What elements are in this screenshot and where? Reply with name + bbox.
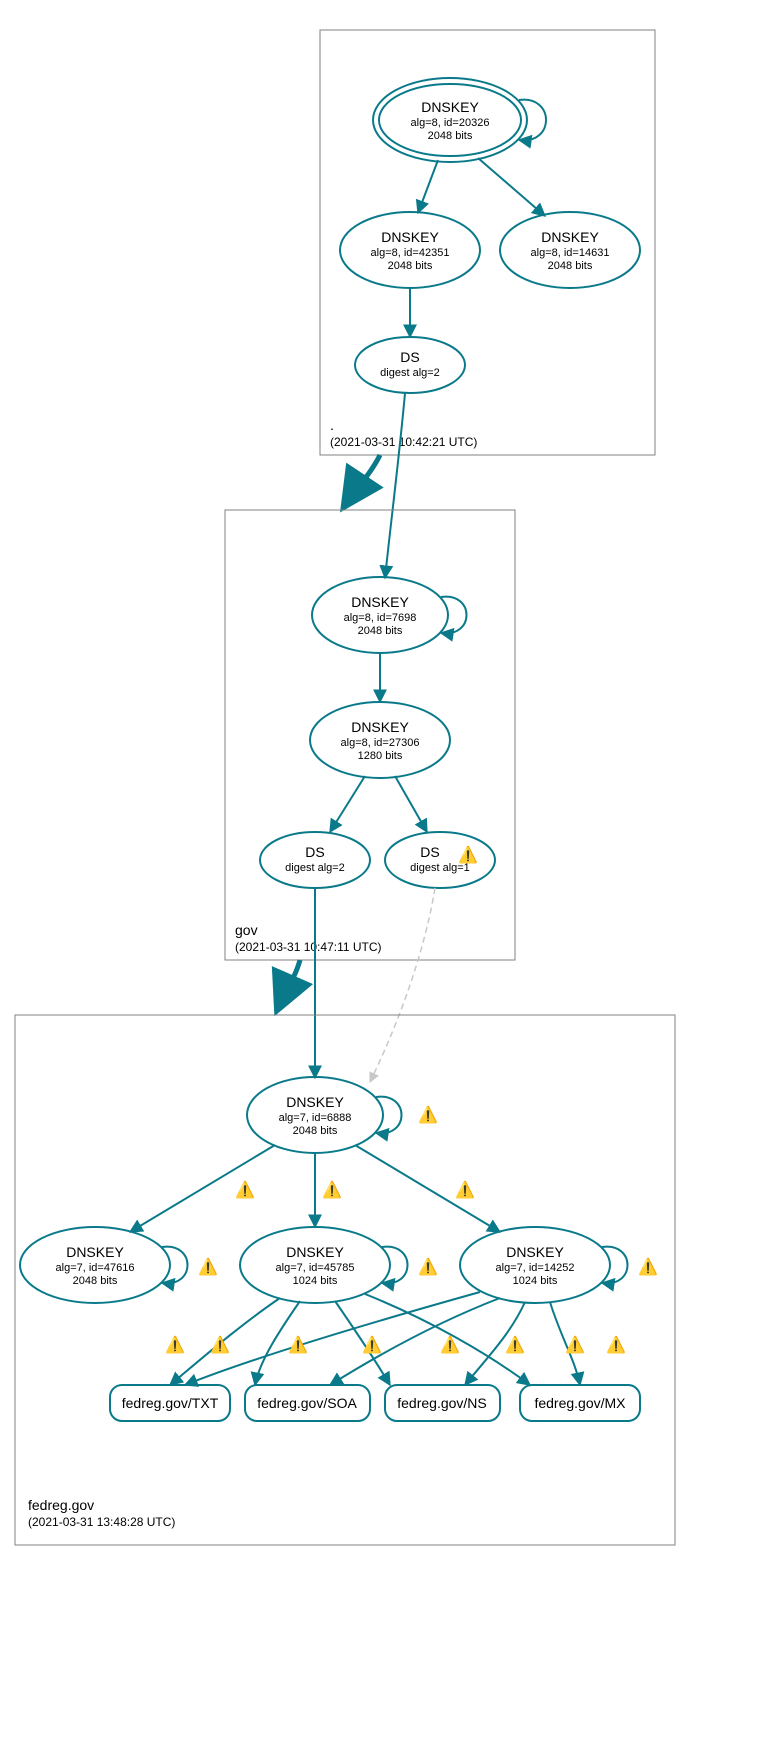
zone-gov: gov (2021-03-31 10:47:11 UTC) DNSKEY alg… — [225, 510, 515, 960]
node-gov-ksk-l1: alg=8, id=7698 — [344, 612, 417, 624]
leaf-soa-label: fedreg.gov/SOA — [257, 1395, 357, 1411]
node-fed-k14252-l2: 1024 bits — [513, 1275, 558, 1287]
warning-icon: ⚠️ — [505, 1335, 525, 1354]
warning-icon: ⚠️ — [235, 1180, 255, 1199]
node-gov-ds1-l1: digest alg=2 — [285, 862, 345, 874]
node-fed-k14252-title: DNSKEY — [506, 1244, 564, 1260]
warning-icon: ⚠️ — [455, 1180, 475, 1199]
node-fed-k45785: DNSKEY alg=7, id=45785 1024 bits — [240, 1227, 390, 1303]
warning-icon: ⚠️ — [210, 1335, 230, 1354]
node-root-zsk2-l2: 2048 bits — [548, 260, 593, 272]
leaf-mx: fedreg.gov/MX — [520, 1385, 640, 1421]
node-fed-k45785-title: DNSKEY — [286, 1244, 344, 1260]
zone-fedreg-timestamp: (2021-03-31 13:48:28 UTC) — [28, 1515, 175, 1529]
node-fed-k45785-l2: 1024 bits — [293, 1275, 338, 1287]
node-gov-ksk-title: DNSKEY — [351, 594, 409, 610]
warning-icon: ⚠️ — [165, 1335, 185, 1354]
node-gov-zsk-title: DNSKEY — [351, 719, 409, 735]
node-gov-ds2-title: DS — [420, 844, 439, 860]
node-root-ds-title: DS — [400, 349, 419, 365]
node-root-ksk-l2: 2048 bits — [428, 130, 473, 142]
warning-icon: ⚠️ — [565, 1335, 585, 1354]
warning-icon: ⚠️ — [458, 845, 478, 864]
node-root-zsk1-title: DNSKEY — [381, 229, 439, 245]
node-fed-ksk: DNSKEY alg=7, id=6888 2048 bits — [247, 1077, 383, 1153]
node-gov-zsk: DNSKEY alg=8, id=27306 1280 bits — [310, 702, 450, 778]
zone-root-timestamp: (2021-03-31 10:42:21 UTC) — [330, 435, 477, 449]
zone-fedreg: fedreg.gov (2021-03-31 13:48:28 UTC) DNS… — [15, 1015, 675, 1545]
node-fed-ksk-l2: 2048 bits — [293, 1125, 338, 1137]
warning-icon: ⚠️ — [418, 1105, 438, 1124]
warning-icon: ⚠️ — [362, 1335, 382, 1354]
zone-root: . (2021-03-31 10:42:21 UTC) DNSKEY alg=8… — [320, 30, 655, 455]
zone-root-title: . — [330, 417, 334, 433]
node-fed-ksk-title: DNSKEY — [286, 1094, 344, 1110]
zone-fedreg-title: fedreg.gov — [28, 1497, 94, 1513]
leaf-mx-label: fedreg.gov/MX — [534, 1395, 626, 1411]
dnssec-diagram: . (2021-03-31 10:42:21 UTC) DNSKEY alg=8… — [0, 0, 765, 1742]
node-fed-k47616-l1: alg=7, id=47616 — [56, 1262, 135, 1274]
warning-icon: ⚠️ — [198, 1257, 218, 1276]
node-fed-k47616-l2: 2048 bits — [73, 1275, 118, 1287]
node-fed-k14252: DNSKEY alg=7, id=14252 1024 bits — [460, 1227, 610, 1303]
node-root-zsk1: DNSKEY alg=8, id=42351 2048 bits — [340, 212, 480, 288]
node-fed-ksk-l1: alg=7, id=6888 — [279, 1112, 352, 1124]
node-root-ds: DS digest alg=2 — [355, 337, 465, 393]
node-root-ksk-l1: alg=8, id=20326 — [411, 117, 490, 129]
leaf-txt-label: fedreg.gov/TXT — [122, 1395, 219, 1411]
leaf-ns: fedreg.gov/NS — [385, 1385, 500, 1421]
warning-icon: ⚠️ — [638, 1257, 658, 1276]
node-gov-ds2: DS digest alg=1 ⚠️ — [385, 832, 495, 888]
warning-icon: ⚠️ — [440, 1335, 460, 1354]
node-root-zsk2: DNSKEY alg=8, id=14631 2048 bits — [500, 212, 640, 288]
node-gov-ds1-title: DS — [305, 844, 324, 860]
node-root-zsk1-l1: alg=8, id=42351 — [371, 247, 450, 259]
zone-gov-timestamp: (2021-03-31 10:47:11 UTC) — [235, 940, 382, 954]
node-root-zsk1-l2: 2048 bits — [388, 260, 433, 272]
leaf-txt: fedreg.gov/TXT — [110, 1385, 230, 1421]
node-gov-zsk-l1: alg=8, id=27306 — [341, 737, 420, 749]
node-root-zsk2-l1: alg=8, id=14631 — [531, 247, 610, 259]
node-fed-k47616-title: DNSKEY — [66, 1244, 124, 1260]
node-gov-ds1: DS digest alg=2 — [260, 832, 370, 888]
leaf-ns-label: fedreg.gov/NS — [397, 1395, 487, 1411]
node-root-ds-l1: digest alg=2 — [380, 367, 440, 379]
warning-icon: ⚠️ — [288, 1335, 308, 1354]
warning-icon: ⚠️ — [418, 1257, 438, 1276]
node-gov-zsk-l2: 1280 bits — [358, 750, 403, 762]
node-root-ksk-title: DNSKEY — [421, 99, 479, 115]
node-fed-k14252-l1: alg=7, id=14252 — [496, 1262, 575, 1274]
node-gov-ksk-l2: 2048 bits — [358, 625, 403, 637]
node-root-ksk: DNSKEY alg=8, id=20326 2048 bits — [373, 78, 527, 162]
warning-icon: ⚠️ — [606, 1335, 626, 1354]
node-fed-k45785-l1: alg=7, id=45785 — [276, 1262, 355, 1274]
leaf-soa: fedreg.gov/SOA — [245, 1385, 370, 1421]
node-gov-ksk: DNSKEY alg=8, id=7698 2048 bits — [312, 577, 448, 653]
warning-icon: ⚠️ — [322, 1180, 342, 1199]
zone-gov-title: gov — [235, 922, 258, 938]
node-root-zsk2-title: DNSKEY — [541, 229, 599, 245]
node-fed-k47616: DNSKEY alg=7, id=47616 2048 bits — [20, 1227, 170, 1303]
